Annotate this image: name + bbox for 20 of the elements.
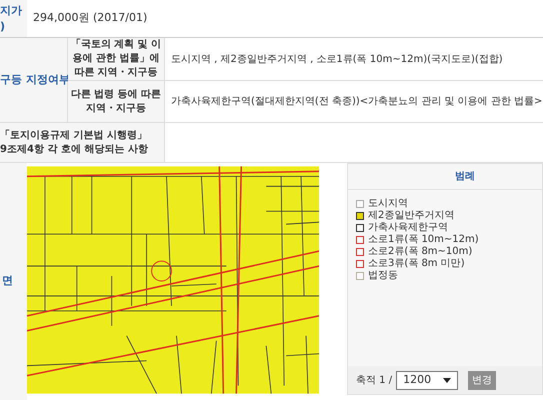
zone-value: 도시지역 , 제2종일반주거지역 , 소로1류(폭 10m~12m)(국지도로)(접합) [170, 52, 504, 66]
row-header: 지가 ) [0, 0, 27, 37]
scale-select[interactable]: 1200 [396, 370, 458, 390]
legend-label: 법정동 [368, 270, 398, 281]
dropdown-caret-icon [443, 378, 452, 382]
land-price-value: 294,000원 (2017/01) [32, 10, 148, 26]
zone-law-header: 「국토의 계획 및 이용에 관한 법률」에 따른 지역・지구등 [68, 38, 165, 80]
legend-label: 소로3류(폭 8m 미만) [368, 258, 465, 269]
row-header: 구등 지정여부 [0, 38, 68, 122]
legend-label: 소로1류(폭 10m~12m) [368, 234, 479, 245]
legend-label: 가축사육제한구역 [368, 222, 448, 233]
legend-title: 범례 [348, 164, 542, 190]
legend-label: 제2종일반주거지역 [368, 210, 454, 221]
legend-label: 소로2류(폭 8m~10m) [368, 246, 472, 257]
legend-label: 도시지역 [368, 198, 408, 209]
row-header: 면 [0, 163, 27, 400]
row-header: 「토지이용규제 기본법 시행령」 9조제4항 각 호에 해당되는 사항 [0, 123, 165, 162]
scale-label: 축적 1 / [356, 374, 392, 388]
zone-value: 가축사육제한구역(절대제한지역(전 축종))<가축분뇨의 관리 및 이용에 관한 법률> [170, 95, 543, 109]
zone-law-header: 다른 법령 등에 따른 지역・지구등 [68, 81, 165, 122]
